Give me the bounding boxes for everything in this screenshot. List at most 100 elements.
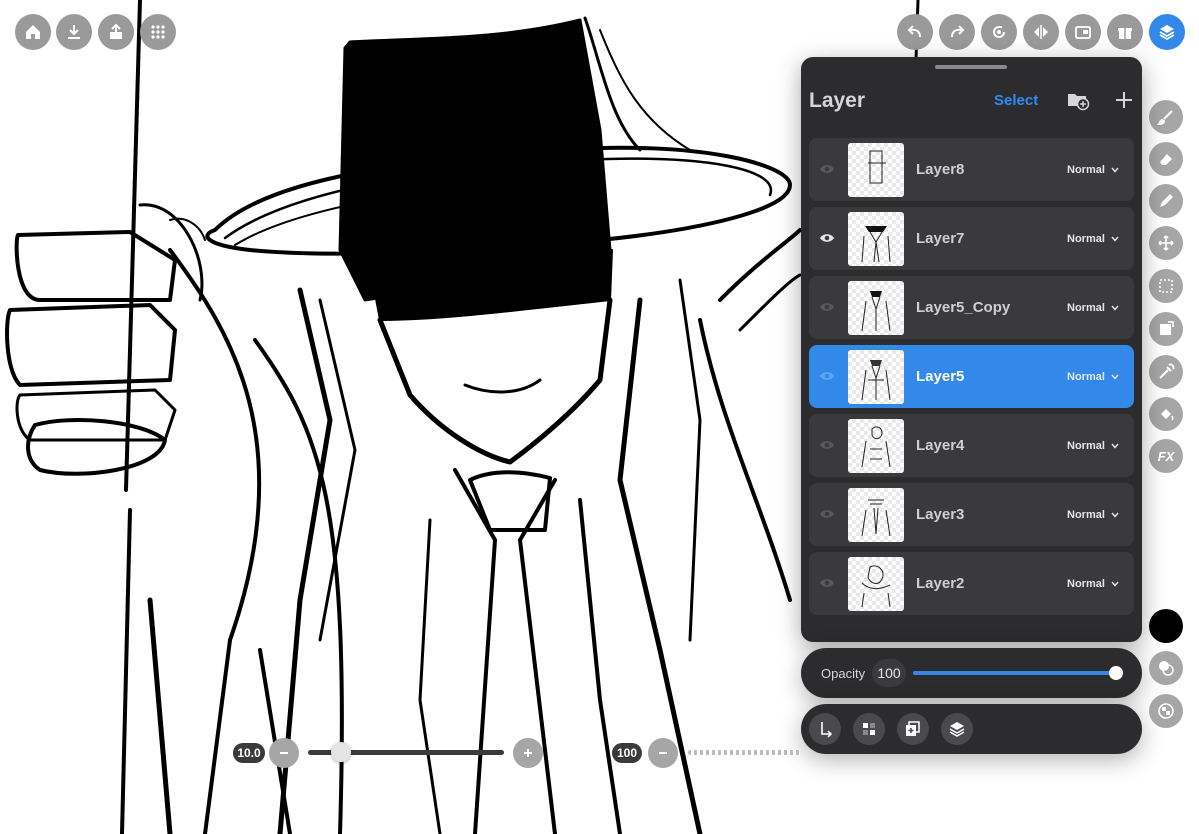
opacity-label: Opacity xyxy=(821,666,866,681)
layer-row[interactable]: Layer7 Normal xyxy=(809,207,1134,270)
panel-grabber[interactable] xyxy=(935,65,1007,69)
palette-button[interactable] xyxy=(1149,694,1183,728)
eyedropper-icon xyxy=(1159,363,1175,379)
opacity-value[interactable]: 100 xyxy=(872,659,906,687)
layer-name: Layer2 xyxy=(916,575,965,592)
chevron-down-icon xyxy=(1111,581,1119,587)
select-tool[interactable] xyxy=(1149,269,1183,303)
flip-icon xyxy=(1034,25,1048,39)
layer-row[interactable]: Layer5 Normal xyxy=(809,345,1134,408)
layer-row[interactable]: Layer5_Copy Normal xyxy=(809,276,1134,339)
new-folder-icon[interactable] xyxy=(1066,88,1090,112)
blend-mode[interactable]: Normal xyxy=(1067,302,1105,314)
brush-size-decrease[interactable] xyxy=(269,738,299,768)
pen-icon xyxy=(1160,194,1173,207)
transform-icon xyxy=(1160,321,1174,335)
layer-thumbnail xyxy=(848,143,904,197)
brush-size-increase[interactable] xyxy=(513,738,543,768)
undo-button[interactable] xyxy=(897,14,933,50)
grid-icon xyxy=(151,25,165,39)
brush-opacity-slider[interactable] xyxy=(688,750,800,755)
blend-mode[interactable]: Normal xyxy=(1067,578,1105,590)
layer-row[interactable]: Layer3 Normal xyxy=(809,483,1134,546)
eraser-tool[interactable] xyxy=(1149,142,1183,176)
visibility-eye-icon[interactable] xyxy=(819,438,835,452)
brush-icon xyxy=(1157,110,1173,126)
chevron-down-icon xyxy=(1111,167,1119,173)
layer-thumbnail xyxy=(848,212,904,266)
layer-row[interactable]: Layer2 Normal xyxy=(809,552,1134,615)
layer-name: Layer5 xyxy=(916,368,965,385)
plus-icon xyxy=(524,749,532,757)
home-icon xyxy=(26,25,40,39)
duplicate-icon xyxy=(906,721,920,736)
layer-name: Layer7 xyxy=(916,230,965,247)
opacity-slider-knob[interactable] xyxy=(1109,666,1123,680)
opacity-slider[interactable] xyxy=(913,666,1123,680)
clipping-mask-button[interactable] xyxy=(853,713,885,745)
rotate-icon xyxy=(993,26,1005,38)
move-tool[interactable] xyxy=(1149,226,1183,260)
flip-button[interactable] xyxy=(1023,14,1059,50)
share-icon xyxy=(110,23,122,39)
current-color-swatch[interactable] xyxy=(1149,609,1183,643)
gift-icon xyxy=(1118,28,1132,39)
checker-icon xyxy=(863,723,875,735)
layer-name: Layer3 xyxy=(916,506,965,523)
palette-icon xyxy=(1158,703,1174,719)
color-mix-button[interactable] xyxy=(1149,651,1183,685)
layers-icon xyxy=(1159,25,1175,41)
layers-button[interactable] xyxy=(1149,14,1185,50)
fx-tool[interactable]: FX xyxy=(1149,439,1183,473)
layer-thumbnail xyxy=(848,281,904,335)
share-button[interactable] xyxy=(98,14,134,50)
visibility-eye-icon[interactable] xyxy=(819,369,835,383)
reference-button[interactable] xyxy=(1065,14,1101,50)
fx-icon: FX xyxy=(1157,448,1175,464)
visibility-eye-icon[interactable] xyxy=(819,300,835,314)
duplicate-layer-button[interactable] xyxy=(897,713,929,745)
blend-mode[interactable]: Normal xyxy=(1067,164,1105,176)
visibility-eye-icon[interactable] xyxy=(819,576,835,590)
chevron-down-icon xyxy=(1111,443,1119,449)
chevron-down-icon xyxy=(1111,305,1119,311)
redo-icon xyxy=(951,25,965,38)
gift-button[interactable] xyxy=(1107,14,1143,50)
blend-mode[interactable]: Normal xyxy=(1067,440,1105,452)
grid-menu-button[interactable] xyxy=(140,14,176,50)
minus-icon xyxy=(659,752,667,754)
visibility-eye-icon[interactable] xyxy=(819,231,835,245)
layer-settings-button[interactable] xyxy=(941,713,973,745)
rotate-button[interactable] xyxy=(981,14,1017,50)
blend-mode[interactable]: Normal xyxy=(1067,509,1105,521)
undo-icon xyxy=(907,25,921,38)
merge-down-button[interactable] xyxy=(809,713,841,745)
fill-icon xyxy=(1161,409,1174,421)
add-layer-icon[interactable] xyxy=(1113,89,1135,111)
layer-row[interactable]: Layer8 Normal xyxy=(809,138,1134,201)
brush-opacity-decrease[interactable] xyxy=(648,738,678,768)
pen-tool[interactable] xyxy=(1149,184,1183,218)
home-button[interactable] xyxy=(15,14,51,50)
redo-button[interactable] xyxy=(939,14,975,50)
eraser-icon xyxy=(1160,154,1172,165)
brush-opacity-value: 100 xyxy=(612,743,642,763)
download-button[interactable] xyxy=(56,14,92,50)
fill-tool[interactable] xyxy=(1149,397,1183,431)
brush-size-slider[interactable] xyxy=(308,742,504,762)
layer-thumbnail xyxy=(848,350,904,404)
chevron-down-icon xyxy=(1111,236,1119,242)
layer-name: Layer4 xyxy=(916,437,965,454)
brush-tool[interactable] xyxy=(1149,100,1183,134)
visibility-eye-icon[interactable] xyxy=(819,507,835,521)
select-button[interactable]: Select xyxy=(994,92,1038,109)
blend-mode[interactable]: Normal xyxy=(1067,233,1105,245)
blend-mode[interactable]: Normal xyxy=(1067,371,1105,383)
transform-tool[interactable] xyxy=(1149,312,1183,346)
layer-row[interactable]: Layer4 Normal xyxy=(809,414,1134,477)
eyedropper-tool[interactable] xyxy=(1149,355,1183,389)
layer-name: Layer8 xyxy=(916,161,965,178)
chevron-down-icon xyxy=(1111,512,1119,518)
merge-down-icon xyxy=(821,722,833,738)
visibility-eye-icon[interactable] xyxy=(819,162,835,176)
